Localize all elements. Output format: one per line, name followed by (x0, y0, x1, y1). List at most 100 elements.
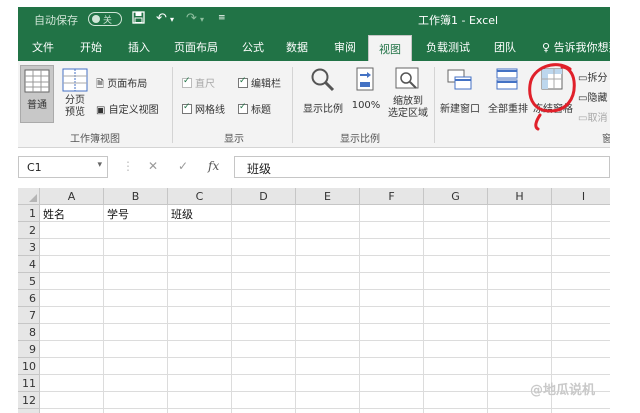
cell-C6[interactable] (168, 290, 232, 307)
cell-B10[interactable] (104, 358, 168, 375)
cell-C4[interactable] (168, 256, 232, 273)
tab-review[interactable]: 审阅 (334, 39, 356, 55)
formula-input[interactable]: 班级 (234, 156, 610, 178)
column-header[interactable]: G (424, 188, 488, 205)
cell-F6[interactable] (360, 290, 424, 307)
undo-icon[interactable]: ↶ (156, 11, 167, 26)
cell-F13[interactable] (360, 409, 424, 413)
cell-F12[interactable] (360, 392, 424, 409)
tab-page-layout[interactable]: 页面布局 (174, 39, 218, 55)
cell-B7[interactable] (104, 307, 168, 324)
row-header[interactable]: 1 (18, 205, 40, 222)
cell-F8[interactable] (360, 324, 424, 341)
cell-B6[interactable] (104, 290, 168, 307)
cell-B11[interactable] (104, 375, 168, 392)
cell-B4[interactable] (104, 256, 168, 273)
customize-quick-access-icon[interactable]: ≡ (218, 13, 226, 23)
cell-G10[interactable] (424, 358, 488, 375)
cell-E10[interactable] (296, 358, 360, 375)
cell-G7[interactable] (424, 307, 488, 324)
cell-A8[interactable] (40, 324, 104, 341)
chevron-down-icon[interactable]: ▾ (97, 160, 102, 170)
cell-I2[interactable] (552, 222, 610, 239)
tab-formulas[interactable]: 公式 (242, 39, 264, 55)
cell-F10[interactable] (360, 358, 424, 375)
cell-C8[interactable] (168, 324, 232, 341)
cell-C5[interactable] (168, 273, 232, 290)
column-header[interactable]: A (40, 188, 104, 205)
cell-G13[interactable] (424, 409, 488, 413)
cell-F4[interactable] (360, 256, 424, 273)
cell-E9[interactable] (296, 341, 360, 358)
cell-D12[interactable] (232, 392, 296, 409)
cell-I6[interactable] (552, 290, 610, 307)
cell-I3[interactable] (552, 239, 610, 256)
cell-D13[interactable] (232, 409, 296, 413)
tab-insert[interactable]: 插入 (128, 39, 150, 55)
undo-dropdown-icon[interactable]: ▾ (170, 15, 174, 24)
cell-F9[interactable] (360, 341, 424, 358)
cell-D4[interactable] (232, 256, 296, 273)
cell-C3[interactable] (168, 239, 232, 256)
cell-E7[interactable] (296, 307, 360, 324)
cell-F1[interactable] (360, 205, 424, 222)
row-header[interactable]: 13 (18, 409, 40, 413)
custom-views-button[interactable]: ▣ 自定义视图 (96, 101, 159, 116)
cell-G11[interactable] (424, 375, 488, 392)
column-header[interactable]: C (168, 188, 232, 205)
tell-me-box[interactable]: ♀ 告诉我你想要 (542, 39, 620, 55)
column-header[interactable]: E (296, 188, 360, 205)
cell-B12[interactable] (104, 392, 168, 409)
formula-bar-checkbox[interactable]: 编辑栏 (238, 75, 281, 90)
cell-H5[interactable] (488, 273, 552, 290)
zoom-button[interactable]: 显示比例 (298, 65, 348, 125)
row-header[interactable]: 12 (18, 392, 40, 409)
cell-E13[interactable] (296, 409, 360, 413)
cell-E11[interactable] (296, 375, 360, 392)
cell-H13[interactable] (488, 409, 552, 413)
cell-H9[interactable] (488, 341, 552, 358)
cell-A3[interactable] (40, 239, 104, 256)
column-header[interactable]: H (488, 188, 552, 205)
cell-A13[interactable] (40, 409, 104, 413)
cell-C12[interactable] (168, 392, 232, 409)
page-layout-view-button[interactable]: 🗎 页面布局 (96, 75, 147, 94)
cell-C10[interactable] (168, 358, 232, 375)
headings-checkbox[interactable]: 标题 (238, 101, 271, 116)
cell-B8[interactable] (104, 324, 168, 341)
cell-D2[interactable] (232, 222, 296, 239)
row-header[interactable]: 11 (18, 375, 40, 392)
row-header[interactable]: 7 (18, 307, 40, 324)
autosave-toggle[interactable]: 关 (88, 12, 122, 26)
column-header[interactable]: I (552, 188, 610, 205)
cell-F5[interactable] (360, 273, 424, 290)
cell-C11[interactable] (168, 375, 232, 392)
row-header[interactable]: 8 (18, 324, 40, 341)
cell-B5[interactable] (104, 273, 168, 290)
cell-H4[interactable] (488, 256, 552, 273)
tab-load-test[interactable]: 负载测试 (426, 39, 470, 55)
cell-E12[interactable] (296, 392, 360, 409)
normal-view-button[interactable]: 普通 (20, 65, 54, 123)
worksheet-grid[interactable]: ABCDEFGHI 1姓名学号班级 2345678910111213 (18, 188, 610, 413)
cell-G12[interactable] (424, 392, 488, 409)
cell-E2[interactable] (296, 222, 360, 239)
cell-I9[interactable] (552, 341, 610, 358)
cell-E8[interactable] (296, 324, 360, 341)
cell-H10[interactable] (488, 358, 552, 375)
cell-C1[interactable]: 班级 (168, 205, 232, 222)
column-header[interactable]: D (232, 188, 296, 205)
arrange-all-button[interactable]: 全部重排 (484, 65, 532, 125)
cell-A2[interactable] (40, 222, 104, 239)
tab-file[interactable]: 文件 (32, 39, 54, 55)
row-header[interactable]: 2 (18, 222, 40, 239)
cell-C13[interactable] (168, 409, 232, 413)
cell-A5[interactable] (40, 273, 104, 290)
cell-I13[interactable] (552, 409, 610, 413)
cell-D8[interactable] (232, 324, 296, 341)
cell-C9[interactable] (168, 341, 232, 358)
redo-icon[interactable]: ↷ (186, 11, 197, 26)
cell-B1[interactable]: 学号 (104, 205, 168, 222)
row-header[interactable]: 10 (18, 358, 40, 375)
cell-H6[interactable] (488, 290, 552, 307)
